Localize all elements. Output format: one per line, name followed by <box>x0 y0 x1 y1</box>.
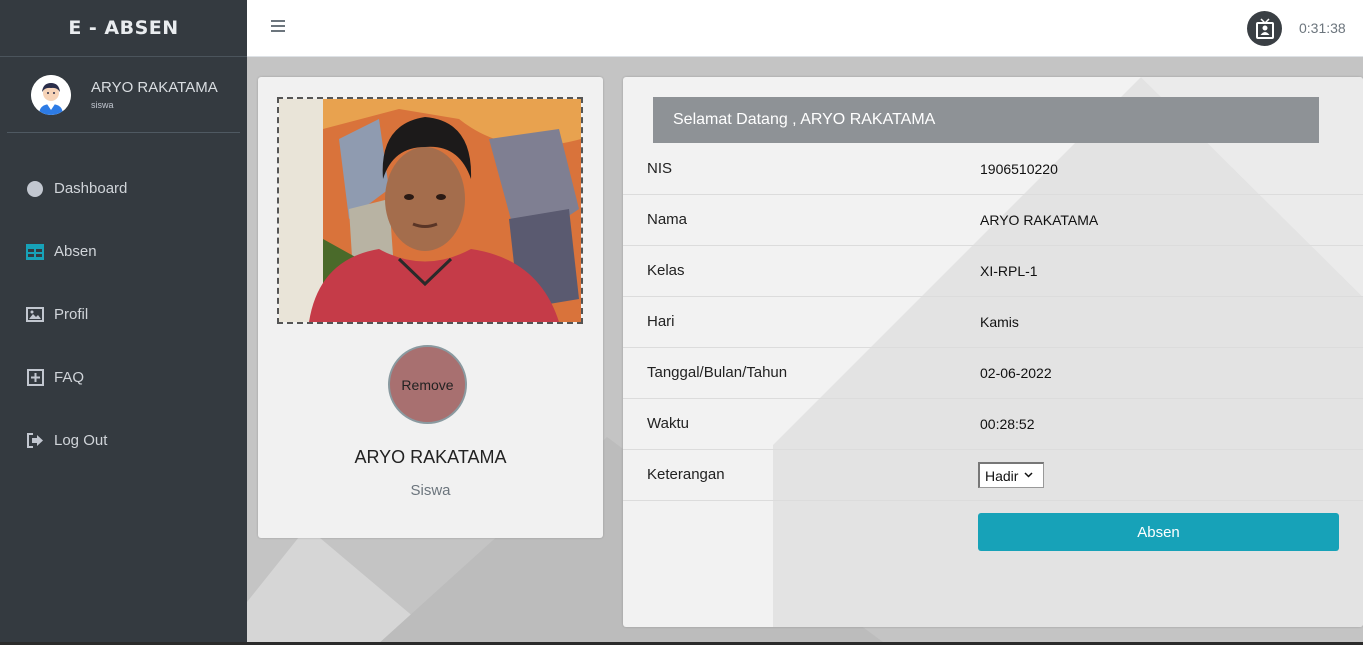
topbar: 0:31:38 <box>247 0 1363 57</box>
sidebar-item-dashboard[interactable]: Dashboard <box>0 157 247 220</box>
webcam-photo <box>277 97 583 324</box>
table-row: NIS 1906510220 <box>623 144 1363 195</box>
sign-out-icon <box>26 432 44 450</box>
profile-role: Siswa <box>410 482 451 499</box>
profile-card: Remove ARYO RAKATAMA Siswa <box>258 77 603 538</box>
attendance-card: Selamat Datang , ARYO RAKATAMA NIS 19065… <box>623 77 1363 627</box>
table-row: Keterangan Hadir <box>623 450 1363 501</box>
table-row: Nama ARYO RAKATAMA <box>623 195 1363 246</box>
keterangan-select[interactable]: Hadir <box>978 462 1044 488</box>
sidebar-item-label: FAQ <box>54 369 85 386</box>
remove-photo-button[interactable]: Remove <box>388 345 467 424</box>
row-value: XI-RPL-1 <box>980 263 1038 279</box>
chevron-down-icon <box>1024 470 1033 481</box>
avatar <box>31 74 71 115</box>
row-label: NIS <box>647 160 673 177</box>
keterangan-selected: Hadir <box>985 467 1019 484</box>
sidebar-item-label: Profil <box>54 306 89 323</box>
row-value: 02-06-2022 <box>980 365 1052 381</box>
brand-logo[interactable]: E - ABSEN <box>0 0 247 57</box>
table-row: Waktu 00:28:52 <box>623 399 1363 450</box>
row-value: Kamis <box>980 314 1019 330</box>
row-label: Waktu <box>647 415 689 432</box>
row-label: Kelas <box>647 262 685 279</box>
user-role: siswa <box>91 99 114 110</box>
row-value: 00:28:52 <box>980 416 1035 432</box>
sidebar-item-faq[interactable]: FAQ <box>0 346 247 409</box>
user-panel[interactable]: ARYO RAKATAMA siswa <box>7 57 240 133</box>
circle-icon <box>26 180 44 198</box>
row-label: Tanggal/Bulan/Tahun <box>647 364 788 381</box>
sidebar-item-profil[interactable]: Profil <box>0 283 247 346</box>
sidebar-nav: Dashboard Absen Profil FAQ Log Out <box>0 157 247 472</box>
sidebar-item-logout[interactable]: Log Out <box>0 409 247 472</box>
welcome-banner: Selamat Datang , ARYO RAKATAMA <box>653 97 1319 143</box>
table-row: Tanggal/Bulan/Tahun 02-06-2022 <box>623 348 1363 399</box>
row-value: 1906510220 <box>980 161 1058 177</box>
id-badge-icon[interactable] <box>1247 11 1282 46</box>
student-info-table: NIS 1906510220 Nama ARYO RAKATAMA Kelas … <box>623 144 1363 501</box>
sidebar-item-label: Log Out <box>54 432 108 449</box>
sidebar-item-label: Absen <box>54 243 97 260</box>
row-label: Keterangan <box>647 466 725 483</box>
plus-square-icon <box>26 369 44 387</box>
profile-name: ARYO RAKATAMA <box>354 447 507 467</box>
sidebar: E - ABSEN ARYO RAKATAMA siswa Dashboard <box>0 0 247 645</box>
user-name: ARYO RAKATAMA <box>91 78 218 96</box>
absen-button[interactable]: Absen <box>978 513 1339 551</box>
sidebar-item-label: Dashboard <box>54 180 128 197</box>
menu-icon[interactable] <box>271 20 285 34</box>
clock: 0:31:38 <box>1299 20 1346 36</box>
table-row: Hari Kamis <box>623 297 1363 348</box>
image-icon <box>26 306 44 324</box>
table-row: Kelas XI-RPL-1 <box>623 246 1363 297</box>
sidebar-item-absen[interactable]: Absen <box>0 220 247 283</box>
row-value: ARYO RAKATAMA <box>980 212 1099 228</box>
row-label: Hari <box>647 313 675 330</box>
row-label: Nama <box>647 211 688 228</box>
table-icon <box>26 243 44 261</box>
